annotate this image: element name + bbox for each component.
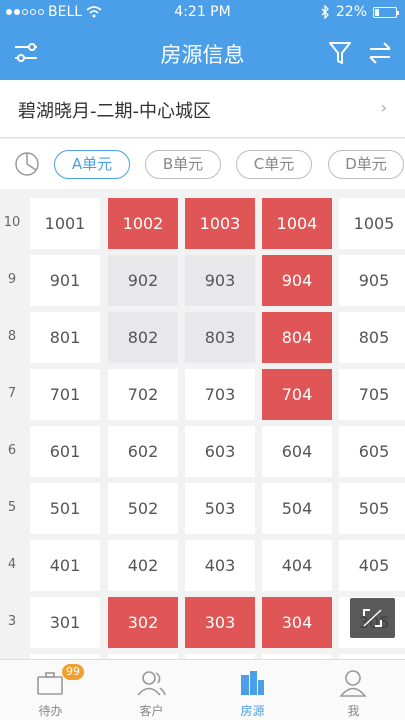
customers-icon	[137, 671, 166, 696]
room-cell[interactable]: 403	[185, 540, 255, 591]
room-cell[interactable]: 803	[185, 312, 255, 363]
floor-label: 8	[7, 329, 17, 344]
user-icon	[339, 670, 367, 697]
room-cell[interactable]: 304	[262, 597, 332, 648]
expand-button[interactable]	[350, 598, 395, 638]
tab-listings[interactable]: 房源	[202, 660, 303, 720]
tab-customers[interactable]: 客户	[101, 660, 202, 720]
room-cell[interactable]: 703	[185, 369, 255, 420]
switch-icon[interactable]	[366, 39, 394, 67]
tab-unit-c[interactable]: C单元	[236, 150, 312, 179]
room-cell[interactable]: 501	[30, 483, 100, 534]
building-icon	[241, 671, 264, 695]
room-cell[interactable]: 302	[108, 597, 178, 648]
status-right: 22%	[321, 4, 399, 20]
bluetooth-icon	[321, 5, 329, 19]
room-cell[interactable]: 604	[262, 426, 332, 477]
room-cell[interactable]: 903	[185, 255, 255, 306]
room-cell[interactable]: 705	[339, 369, 405, 420]
battery-icon	[373, 6, 399, 18]
expand-icon	[363, 609, 382, 627]
room-cell[interactable]: 804	[262, 312, 332, 363]
room-cell[interactable]: 404	[262, 540, 332, 591]
tab-unit-b[interactable]: B单元	[145, 150, 221, 179]
room-cell[interactable]: 902	[108, 255, 178, 306]
room-cell[interactable]: 301	[30, 597, 100, 648]
room-cell[interactable]: 904	[262, 255, 332, 306]
tab-todo[interactable]: 99 待办	[0, 660, 101, 720]
room-cell[interactable]: 503	[185, 483, 255, 534]
room-cell[interactable]: 1002	[108, 198, 178, 249]
room-cell[interactable]: 802	[108, 312, 178, 363]
chevron-right-icon: ›	[380, 98, 387, 117]
nav-bar: 房源信息	[0, 26, 405, 80]
room-cell[interactable]: 704	[262, 369, 332, 420]
room-cell[interactable]: 702	[108, 369, 178, 420]
unit-tabs: A单元 B单元 C单元 D单元	[0, 139, 405, 189]
pie-chart-icon[interactable]	[14, 151, 40, 177]
floor-label: 10	[3, 215, 21, 230]
floor-label: 5	[7, 500, 17, 515]
project-selector[interactable]: 碧湖晓月-二期-中心城区 ›	[0, 80, 405, 138]
room-cell[interactable]: 505	[339, 483, 405, 534]
room-cell[interactable]: 502	[108, 483, 178, 534]
tab-me[interactable]: 我	[303, 660, 404, 720]
room-cell[interactable]: 701	[30, 369, 100, 420]
tab-label: 房源	[240, 704, 265, 718]
floor-label: 6	[7, 443, 17, 458]
floor-label: 9	[7, 272, 17, 287]
tab-unit-a[interactable]: A单元	[54, 150, 130, 179]
floor-label: 7	[7, 386, 17, 401]
room-grid: 10 1001 1002 1003 1004 1005 9 901 902 903 904 905 8 8…	[0, 189, 405, 659]
room-cell[interactable]: 1001	[30, 198, 100, 249]
room-cell[interactable]: 805	[339, 312, 405, 363]
room-cell[interactable]: 801	[30, 312, 100, 363]
battery-percent: 22%	[335, 4, 367, 20]
room-cell[interactable]: 603	[185, 426, 255, 477]
room-cell[interactable]: 1004	[262, 198, 332, 249]
room-cell[interactable]: 601	[30, 426, 100, 477]
floor-label: 4	[7, 557, 17, 572]
project-name: 碧湖晓月-二期-中心城区	[18, 101, 211, 122]
tab-label: 我	[347, 704, 360, 718]
bottom-tab-bar: 99 待办 客户 房源 我	[0, 659, 405, 720]
room-cell[interactable]: 605	[339, 426, 405, 477]
tab-label: 待办	[38, 704, 63, 718]
floor-label: 3	[7, 614, 17, 629]
room-cell[interactable]: 405	[339, 540, 405, 591]
room-cell[interactable]: 504	[262, 483, 332, 534]
room-cell[interactable]: 402	[108, 540, 178, 591]
room-cell[interactable]: 401	[30, 540, 100, 591]
tab-unit-d[interactable]: D单元	[328, 150, 404, 179]
room-cell[interactable]: 1003	[185, 198, 255, 249]
filter-icon[interactable]	[326, 39, 354, 67]
status-bar: BELL 4:21 PM 22%	[0, 0, 405, 26]
room-cell[interactable]: 1005	[339, 198, 405, 249]
tab-label: 客户	[139, 704, 164, 718]
todo-badge: 99	[62, 664, 84, 680]
room-cell[interactable]: 905	[339, 255, 405, 306]
briefcase-icon	[37, 672, 63, 695]
room-cell[interactable]: 901	[30, 255, 100, 306]
room-cell[interactable]: 602	[108, 426, 178, 477]
room-cell[interactable]: 303	[185, 597, 255, 648]
